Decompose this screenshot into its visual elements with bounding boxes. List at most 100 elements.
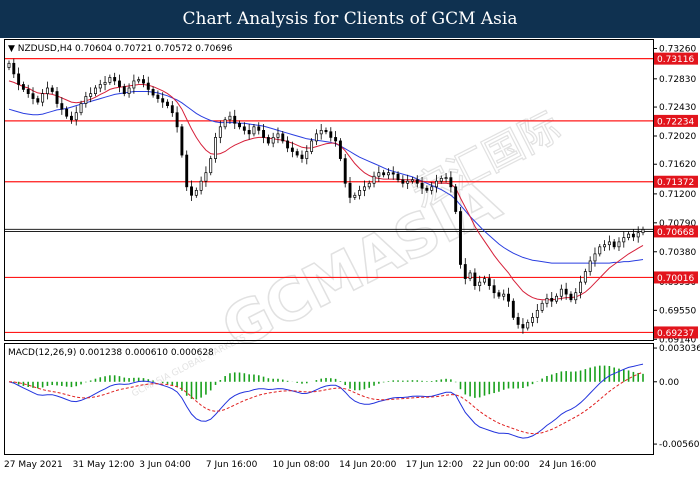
candlestick — [142, 74, 145, 88]
level-label: 0.72234 — [657, 117, 694, 127]
candle-body-bearish — [238, 122, 241, 128]
candle-body-bearish — [161, 98, 165, 103]
candlestick — [603, 240, 607, 251]
candlestick — [26, 84, 30, 98]
candle-body-bullish — [411, 179, 414, 182]
candlestick — [132, 74, 136, 94]
candlestick — [516, 312, 520, 329]
candlestick — [103, 76, 107, 91]
candlestick — [94, 85, 97, 97]
candlestick — [617, 237, 621, 251]
candle-body-bearish — [60, 103, 64, 110]
candle-body-bullish — [214, 137, 217, 159]
time-axis: 27 May 2021 31 May 12:00 3 Jun 04:00 7 Jun … — [4, 460, 596, 470]
time-tick-label: 17 Jun 12:00 — [406, 460, 463, 470]
current-price-lines — [5, 228, 653, 232]
candle-body-bullish — [252, 126, 256, 135]
candle-body-bullish — [386, 172, 390, 176]
candle-body-bullish — [430, 186, 434, 191]
candle-body-bullish — [103, 82, 107, 85]
candlestick — [314, 129, 318, 146]
candlestick — [146, 76, 150, 96]
candlestick — [194, 187, 198, 198]
candle-body-bearish — [185, 154, 189, 188]
candlestick — [478, 275, 482, 292]
candle-body-bearish — [631, 233, 635, 238]
candle-body-bearish — [511, 300, 515, 318]
candle-body-bullish — [7, 62, 11, 68]
time-tick-label: 24 Jun 16:00 — [539, 460, 596, 470]
price-tick-label: 0.72020 — [659, 132, 696, 142]
candle-body-bullish — [358, 190, 362, 196]
candlestick — [45, 81, 49, 100]
candle-body-bullish — [41, 93, 45, 103]
candle-body-bullish — [545, 298, 549, 304]
candlestick — [382, 169, 386, 178]
candle-body-bullish — [588, 260, 592, 272]
candlestick — [535, 304, 539, 324]
candlestick — [281, 131, 285, 144]
candle-body-bullish — [79, 103, 83, 114]
chart-header: ▼ NZDUSD,H4 0.70604 0.70721 0.70572 0.70… — [8, 44, 233, 54]
candlestick — [170, 101, 174, 117]
candle-body-bearish — [425, 187, 429, 191]
candle-body-bearish — [459, 211, 462, 265]
candle-body-bearish — [31, 93, 35, 99]
candle-body-bearish — [233, 115, 237, 124]
candle-body-bullish — [444, 177, 448, 179]
candlestick — [233, 109, 237, 130]
price-tick-label: 0.72430 — [659, 103, 696, 113]
candlestick — [185, 150, 189, 191]
candlestick — [137, 76, 141, 84]
candlestick — [50, 85, 54, 95]
candlestick — [113, 72, 117, 86]
candle-body-bullish — [98, 84, 102, 89]
candle-body-bullish — [406, 180, 410, 184]
candle-body-bullish — [228, 115, 232, 121]
candle-body-bullish — [439, 178, 443, 182]
candle-body-bearish — [170, 105, 174, 114]
candlestick — [358, 185, 362, 200]
candlestick — [242, 122, 246, 135]
candlestick — [324, 127, 328, 135]
candle-body-bullish — [319, 130, 323, 135]
candle-body-bullish — [555, 295, 558, 302]
candlestick — [118, 74, 121, 93]
banner-title: Chart Analysis for Clients of GCM Asia — [182, 9, 518, 29]
candle-body-bearish — [492, 285, 496, 294]
candlestick — [372, 171, 376, 188]
candle-body-bearish — [281, 133, 285, 142]
candlestick — [507, 287, 510, 307]
candle-body-bearish — [190, 186, 193, 196]
candle-body-bullish — [531, 317, 534, 323]
candle-body-bearish — [36, 98, 40, 103]
time-tick-label: 14 Jun 20:00 — [339, 460, 396, 470]
candle-body-bearish — [151, 89, 155, 96]
candlestick — [108, 74, 112, 85]
candle-body-bearish — [348, 182, 352, 198]
candle-body-bullish — [627, 233, 631, 238]
candlestick — [627, 231, 631, 241]
candle-body-bullish — [353, 194, 357, 198]
candle-body-bearish — [146, 82, 150, 90]
time-tick-label: 7 Jun 16:00 — [206, 460, 258, 470]
candle-body-bullish — [94, 87, 97, 94]
candlestick — [257, 122, 261, 135]
candle-body-bullish — [84, 96, 88, 104]
candlestick — [290, 141, 294, 158]
candlestick — [463, 258, 467, 285]
candle-body-bullish — [502, 293, 506, 297]
candlestick — [209, 155, 213, 176]
current-price-label: 0.70668 — [657, 228, 694, 238]
candle-body-bearish — [507, 293, 510, 302]
level-label: 0.69237 — [657, 329, 694, 339]
candle-body-bullish — [305, 151, 309, 159]
candle-body-bearish — [247, 130, 251, 135]
candlestick — [353, 192, 357, 200]
candle-body-bullish — [209, 158, 213, 174]
candle-body-bearish — [295, 151, 299, 156]
candle-body-bullish — [636, 232, 640, 238]
candle-body-bullish — [593, 253, 597, 262]
macd-axis: 0.003036 0.00 -0.005607 — [653, 344, 700, 450]
candle-body-bearish — [420, 182, 424, 189]
